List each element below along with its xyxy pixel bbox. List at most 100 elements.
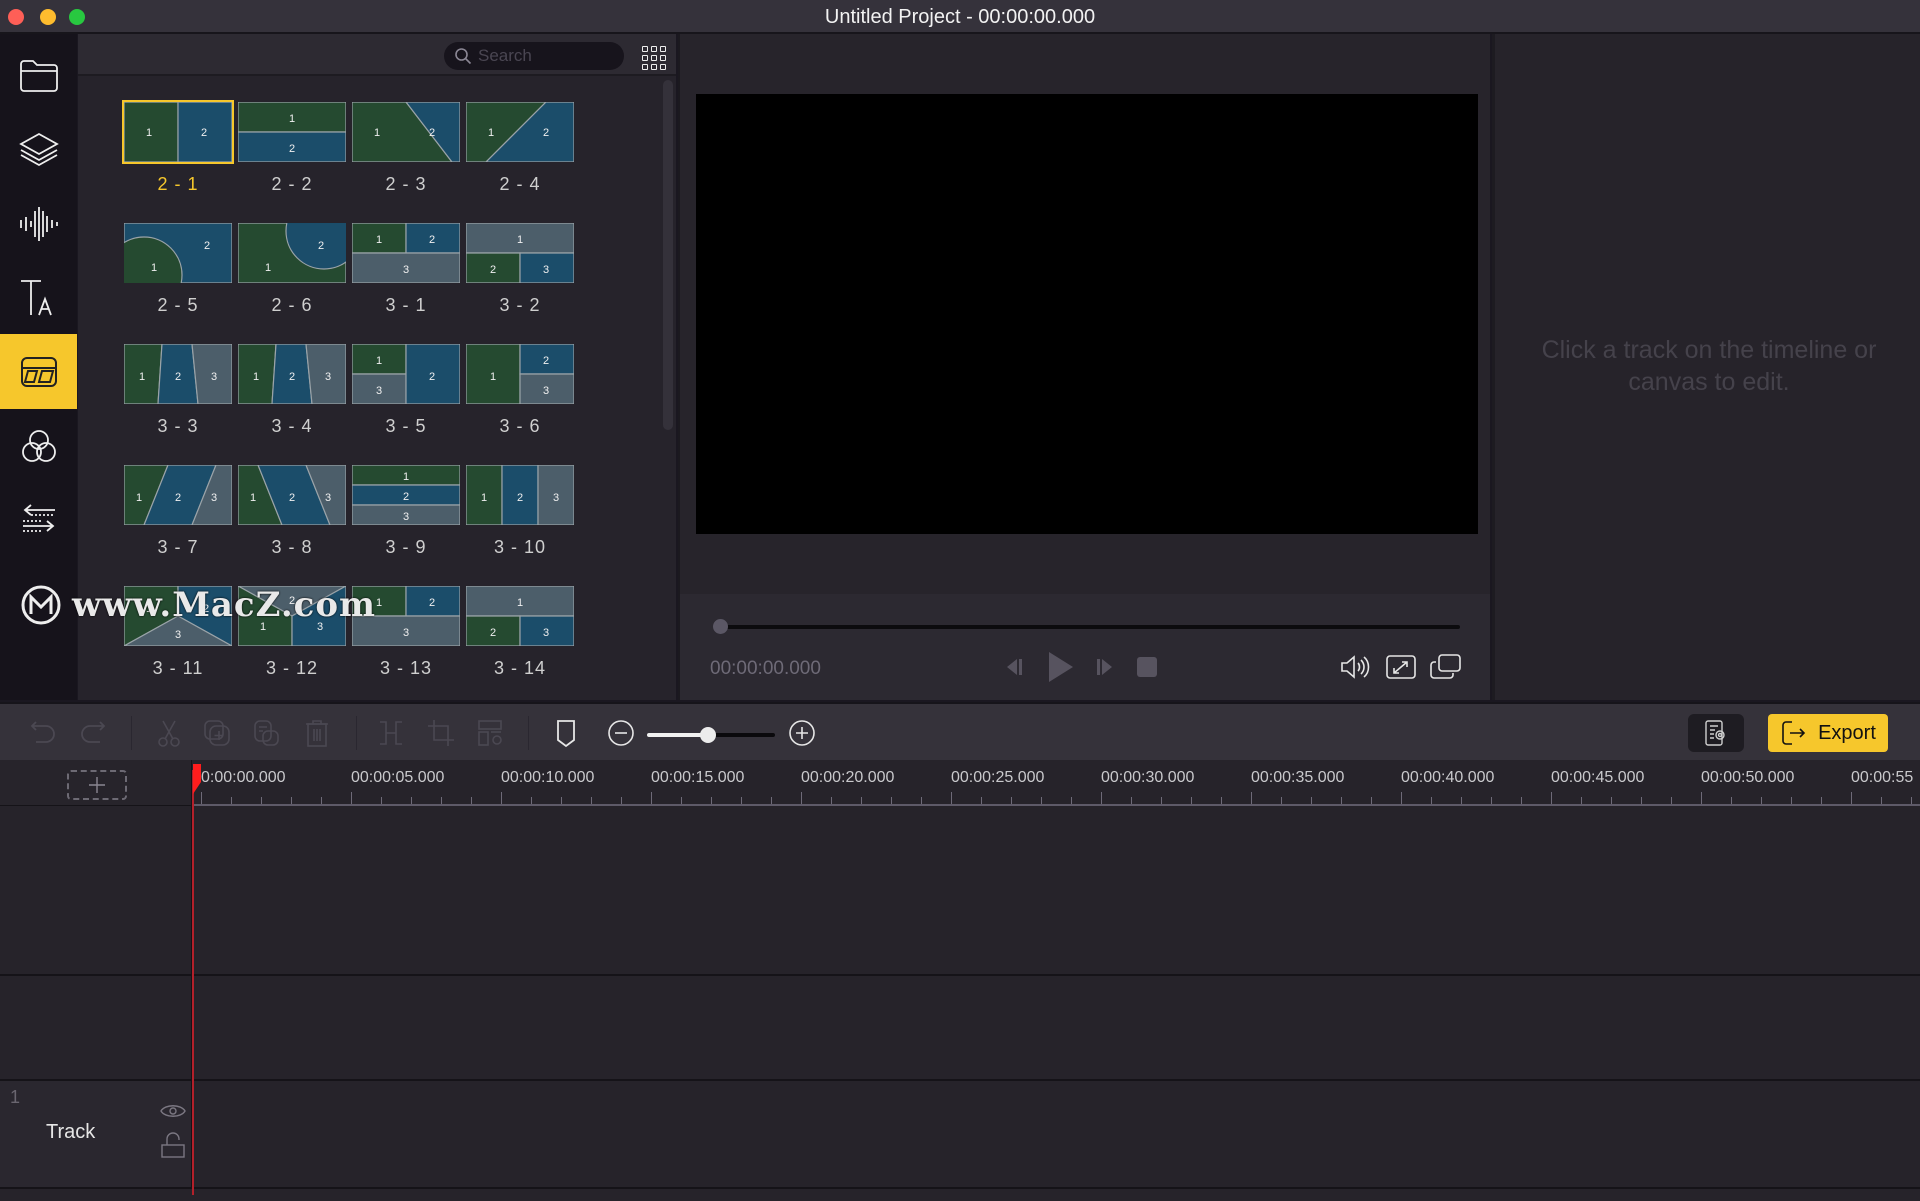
sidebar-item-audio[interactable] bbox=[0, 186, 77, 261]
volume-button[interactable] bbox=[1340, 654, 1372, 685]
template-thumbnail[interactable]: 1 2 3 bbox=[464, 584, 576, 648]
svg-text:2: 2 bbox=[429, 234, 435, 246]
sidebar-item-media[interactable] bbox=[0, 38, 77, 113]
marker-button[interactable] bbox=[549, 716, 583, 750]
stop-button[interactable] bbox=[1136, 656, 1158, 683]
redo-button[interactable] bbox=[76, 716, 110, 750]
template-thumbnail[interactable]: 1 2 3 bbox=[464, 342, 576, 406]
svg-text:1: 1 bbox=[376, 234, 382, 246]
export-button[interactable]: Export bbox=[1768, 714, 1888, 752]
previous-frame-icon bbox=[1007, 659, 1022, 675]
template-thumbnail[interactable]: 1 2 3 bbox=[464, 221, 576, 285]
sidebar-item-layers[interactable] bbox=[0, 112, 77, 187]
playback-controls: 00:00:00.000 bbox=[678, 594, 1490, 700]
next-frame-button[interactable] bbox=[1094, 654, 1116, 685]
template-thumbnail[interactable]: 1 2 3 bbox=[236, 342, 348, 406]
previous-frame-button[interactable] bbox=[1003, 654, 1025, 685]
template-item[interactable]: 1 2 3 3 - 10 bbox=[450, 463, 590, 558]
track-row-empty[interactable] bbox=[0, 806, 1920, 976]
template-thumbnail[interactable]: 12 bbox=[236, 221, 348, 285]
svg-text:3: 3 bbox=[376, 385, 382, 397]
template-item[interactable]: 122 - 4 bbox=[450, 100, 590, 195]
template-item[interactable]: 1 2 3 3 - 6 bbox=[450, 342, 590, 437]
seek-thumb[interactable] bbox=[713, 619, 728, 634]
settings-document-icon bbox=[1705, 720, 1725, 746]
ruler-label: 00:00:30.000 bbox=[1101, 769, 1195, 786]
play-button[interactable] bbox=[1046, 650, 1074, 689]
ruler-tick bbox=[1461, 797, 1462, 804]
template-thumbnail[interactable]: 12 bbox=[236, 100, 348, 164]
template-label: 3 - 2 bbox=[499, 295, 541, 315]
marker-icon bbox=[557, 720, 575, 748]
playhead-line[interactable] bbox=[192, 770, 194, 1195]
split-button[interactable] bbox=[374, 716, 408, 750]
crop-icon bbox=[428, 720, 454, 746]
cut-button[interactable] bbox=[152, 716, 186, 750]
zoom-out-button[interactable] bbox=[604, 716, 638, 750]
track-row-header bbox=[0, 976, 192, 1079]
preview-canvas[interactable] bbox=[696, 94, 1478, 534]
ruler-tick bbox=[801, 792, 802, 804]
zoom-slider-thumb[interactable] bbox=[700, 727, 717, 743]
ruler-tick bbox=[1431, 797, 1432, 804]
track-header[interactable]: 1 Track bbox=[0, 1081, 192, 1187]
template-thumbnail[interactable]: 1 2 3 bbox=[122, 463, 234, 527]
ruler-tick bbox=[1611, 797, 1612, 804]
grid-view-button[interactable] bbox=[638, 42, 666, 70]
undo-button[interactable] bbox=[26, 716, 60, 750]
crop-button[interactable] bbox=[424, 716, 458, 750]
svg-text:2: 2 bbox=[490, 627, 496, 639]
template-thumbnail[interactable]: 12 bbox=[122, 221, 234, 285]
template-thumbnail[interactable]: 1 2 3 bbox=[464, 463, 576, 527]
layout-settings-button[interactable] bbox=[474, 716, 508, 750]
project-settings-button[interactable] bbox=[1688, 714, 1744, 752]
track-visibility-toggle[interactable] bbox=[160, 1103, 186, 1124]
play-icon bbox=[1049, 652, 1073, 682]
add-track-button[interactable] bbox=[67, 770, 127, 800]
template-thumbnail[interactable]: 1 2 3 bbox=[122, 342, 234, 406]
template-thumbnail[interactable]: 12 bbox=[122, 100, 234, 164]
ruler-tick bbox=[1521, 797, 1522, 804]
template-thumbnail[interactable]: 1 2 3 bbox=[236, 463, 348, 527]
transition-arrows-icon bbox=[22, 503, 55, 532]
seek-bar[interactable] bbox=[720, 625, 1460, 629]
svg-text:2: 2 bbox=[429, 371, 435, 383]
sidebar-item-filters[interactable] bbox=[0, 408, 77, 483]
template-item[interactable]: 1 2 3 3 - 2 bbox=[450, 221, 590, 316]
template-thumbnail[interactable]: 1 2 3 bbox=[350, 463, 462, 527]
template-thumbnail[interactable]: 1 2 3 bbox=[350, 342, 462, 406]
template-label: 3 - 6 bbox=[499, 416, 541, 436]
timeline-ruler[interactable]: 0:00:00.000 00:00:05.000 00:00:10.000 00:00… bbox=[193, 760, 1920, 806]
folder-icon bbox=[19, 59, 58, 92]
template-thumbnail[interactable]: 1 2 3 bbox=[350, 221, 462, 285]
ruler-tick bbox=[1071, 797, 1072, 804]
ruler-tick bbox=[1821, 797, 1822, 804]
fullscreen-button[interactable] bbox=[1386, 654, 1416, 685]
delete-button[interactable] bbox=[300, 716, 334, 750]
ruler-tick bbox=[1161, 797, 1162, 804]
zoom-in-button[interactable] bbox=[785, 716, 819, 750]
template-item[interactable]: 1 2 3 3 - 14 bbox=[450, 584, 590, 679]
sidebar-item-transitions[interactable] bbox=[0, 482, 77, 557]
ruler-tick bbox=[1221, 797, 1222, 804]
svg-text:3: 3 bbox=[543, 627, 549, 639]
sidebar-item-split-screen[interactable] bbox=[0, 334, 77, 409]
detach-preview-button[interactable] bbox=[1430, 654, 1462, 685]
ruler-tick bbox=[711, 797, 712, 804]
sidebar-item-text[interactable] bbox=[0, 260, 77, 335]
search-input[interactable]: Search bbox=[444, 42, 624, 70]
copy-button[interactable] bbox=[200, 716, 234, 750]
track-lock-toggle[interactable] bbox=[160, 1131, 186, 1164]
layers-icon bbox=[18, 132, 59, 166]
scissors-icon bbox=[158, 720, 180, 747]
template-thumbnail[interactable]: 12 bbox=[350, 100, 462, 164]
ruler-tick bbox=[1101, 792, 1102, 804]
paste-button[interactable] bbox=[250, 716, 284, 750]
template-label: 3 - 14 bbox=[493, 658, 547, 678]
track-row-empty[interactable] bbox=[0, 976, 1920, 1081]
template-scrollbar[interactable] bbox=[663, 80, 673, 430]
track-row[interactable]: 1 Track bbox=[0, 1081, 1920, 1189]
template-thumbnail[interactable]: 12 bbox=[464, 100, 576, 164]
svg-text:1: 1 bbox=[517, 597, 523, 609]
track-row-header bbox=[0, 806, 192, 974]
